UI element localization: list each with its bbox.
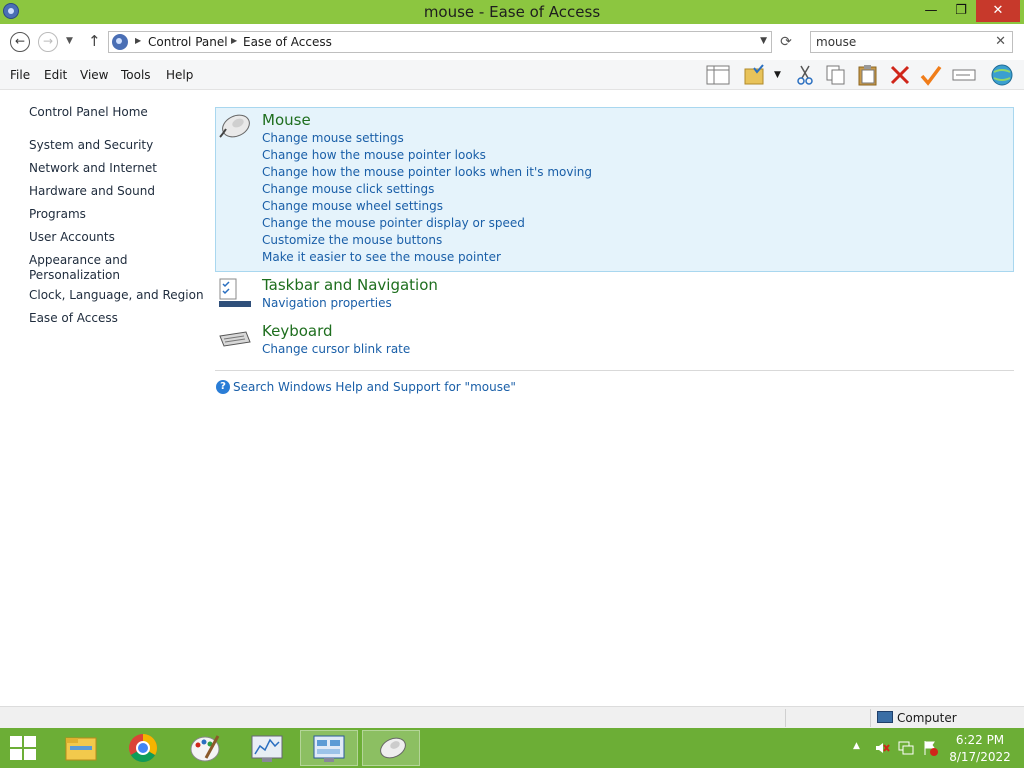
help-icon: ?	[216, 380, 230, 394]
keyboard-icon[interactable]	[218, 328, 252, 350]
status-divider	[870, 709, 871, 727]
title-bar: mouse - Ease of Access — ❐ ✕	[0, 0, 1024, 24]
control-panel-icon	[112, 34, 128, 50]
windows-logo-icon	[24, 736, 36, 747]
nav-ease-of-access[interactable]: Ease of Access	[29, 311, 204, 326]
network-icon[interactable]	[898, 740, 914, 756]
taskbar-paint[interactable]	[176, 730, 234, 766]
nav-programs[interactable]: Programs	[29, 207, 204, 222]
result-title-taskbar-navigation[interactable]: Taskbar and Navigation	[262, 276, 438, 294]
link-change-pointer-display-speed[interactable]: Change the mouse pointer display or spee…	[262, 216, 525, 230]
address-row: ← → ▼ ↑ ▶ Control Panel ▶ Ease of Access…	[0, 24, 1024, 60]
show-hidden-icons-icon[interactable]: ▲	[853, 741, 860, 751]
nav-user-accounts[interactable]: User Accounts	[29, 230, 204, 245]
menu-help[interactable]: Help	[166, 68, 193, 82]
maximize-button[interactable]: ❐	[946, 0, 976, 22]
mouse-icon[interactable]	[218, 111, 252, 139]
copy-icon[interactable]	[824, 64, 848, 86]
taskbar-control-panel[interactable]	[300, 730, 358, 766]
link-change-pointer-looks-moving[interactable]: Change how the mouse pointer looks when …	[262, 165, 592, 179]
breadcrumb-ease-of-access[interactable]: Ease of Access	[243, 35, 332, 49]
folder-check-icon[interactable]	[744, 64, 768, 86]
menu-view[interactable]: View	[80, 68, 108, 82]
dropdown-icon[interactable]: ▼	[774, 70, 784, 92]
minimize-button[interactable]: —	[916, 0, 946, 22]
cut-icon[interactable]	[793, 64, 817, 86]
taskbar-clock-date[interactable]: 8/17/2022	[940, 750, 1020, 764]
nav-clock-language-region[interactable]: Clock, Language, and Region	[29, 288, 204, 303]
windows-logo-icon	[10, 749, 22, 760]
nav-network-and-internet[interactable]: Network and Internet	[29, 161, 204, 176]
window-title: mouse - Ease of Access	[423, 3, 601, 21]
link-change-pointer-looks[interactable]: Change how the mouse pointer looks	[262, 148, 486, 162]
taskbar: ▲	[0, 728, 1024, 768]
checkmark-icon[interactable]	[919, 64, 943, 86]
forward-button[interactable]: →	[38, 32, 58, 52]
nav-appearance-and-personalization[interactable]: Appearance and Personalization	[29, 253, 129, 283]
file-explorer-icon	[65, 737, 97, 761]
back-button[interactable]: ←	[10, 32, 30, 52]
link-easier-see-pointer[interactable]: Make it easier to see the mouse pointer	[262, 250, 501, 264]
performance-monitor-icon	[251, 735, 283, 762]
chrome-icon	[129, 734, 157, 762]
volume-muted-icon[interactable]	[874, 740, 890, 756]
divider	[215, 370, 1014, 371]
link-change-wheel-settings[interactable]: Change mouse wheel settings	[262, 199, 443, 213]
search-help-link[interactable]: Search Windows Help and Support for "mou…	[233, 380, 516, 394]
menu-bar: File Edit View Tools Help ▼	[0, 60, 1024, 90]
windows-logo-icon	[24, 749, 36, 760]
link-change-click-settings[interactable]: Change mouse click settings	[262, 182, 434, 196]
search-input[interactable]	[816, 34, 986, 50]
taskbar-performance-monitor[interactable]	[238, 730, 296, 766]
menu-tools[interactable]: Tools	[121, 68, 151, 82]
delete-icon[interactable]	[888, 64, 912, 86]
status-location: Computer	[897, 711, 957, 725]
nav-system-and-security[interactable]: System and Security	[29, 138, 204, 153]
recent-locations-dropdown[interactable]: ▼	[66, 36, 73, 46]
status-bar: Computer	[0, 706, 1024, 728]
chevron-down-icon[interactable]: ▼	[760, 36, 767, 46]
close-button[interactable]: ✕	[976, 0, 1020, 22]
layout-icon[interactable]	[706, 64, 730, 86]
status-divider	[785, 709, 786, 727]
refresh-button[interactable]: ⟳	[776, 32, 796, 52]
taskbar-clock-time[interactable]: 6:22 PM	[940, 733, 1020, 747]
windows-logo-icon	[10, 736, 22, 747]
taskbar-file-explorer[interactable]	[52, 730, 110, 766]
link-navigation-properties[interactable]: Navigation properties	[262, 296, 392, 310]
paste-icon[interactable]	[856, 64, 880, 86]
menu-edit[interactable]: Edit	[44, 68, 67, 82]
start-button[interactable]	[10, 736, 38, 762]
result-title-mouse[interactable]: Mouse	[262, 111, 311, 129]
menu-file[interactable]: File	[10, 68, 30, 82]
chevron-right-icon[interactable]: ▶	[231, 36, 237, 45]
taskbar-icon[interactable]	[218, 277, 252, 309]
link-change-mouse-settings[interactable]: Change mouse settings	[262, 131, 404, 145]
breadcrumb-control-panel[interactable]: Control Panel	[148, 35, 228, 49]
link-change-cursor-blink-rate[interactable]: Change cursor blink rate	[262, 342, 410, 356]
chevron-right-icon[interactable]: ▶	[135, 36, 141, 45]
search-box[interactable]: ✕	[810, 31, 1013, 53]
nav-control-panel-home[interactable]: Control Panel Home	[29, 105, 204, 120]
taskbar-mouse-properties[interactable]	[362, 730, 420, 766]
result-title-keyboard[interactable]: Keyboard	[262, 322, 333, 340]
action-center-icon[interactable]	[922, 740, 938, 756]
address-bar[interactable]: ▶ Control Panel ▶ Ease of Access ▼	[108, 31, 772, 53]
clear-search-icon[interactable]: ✕	[995, 34, 1006, 49]
control-panel-icon	[313, 735, 345, 762]
link-customize-mouse-buttons[interactable]: Customize the mouse buttons	[262, 233, 442, 247]
up-button[interactable]: ↑	[88, 32, 101, 50]
taskbar-chrome[interactable]	[114, 730, 172, 766]
globe-icon[interactable]	[990, 64, 1014, 86]
computer-icon	[877, 711, 893, 723]
nav-hardware-and-sound[interactable]: Hardware and Sound	[29, 184, 204, 199]
paint-icon	[190, 735, 220, 762]
mouse-icon	[380, 737, 406, 759]
rename-icon[interactable]	[952, 64, 976, 86]
